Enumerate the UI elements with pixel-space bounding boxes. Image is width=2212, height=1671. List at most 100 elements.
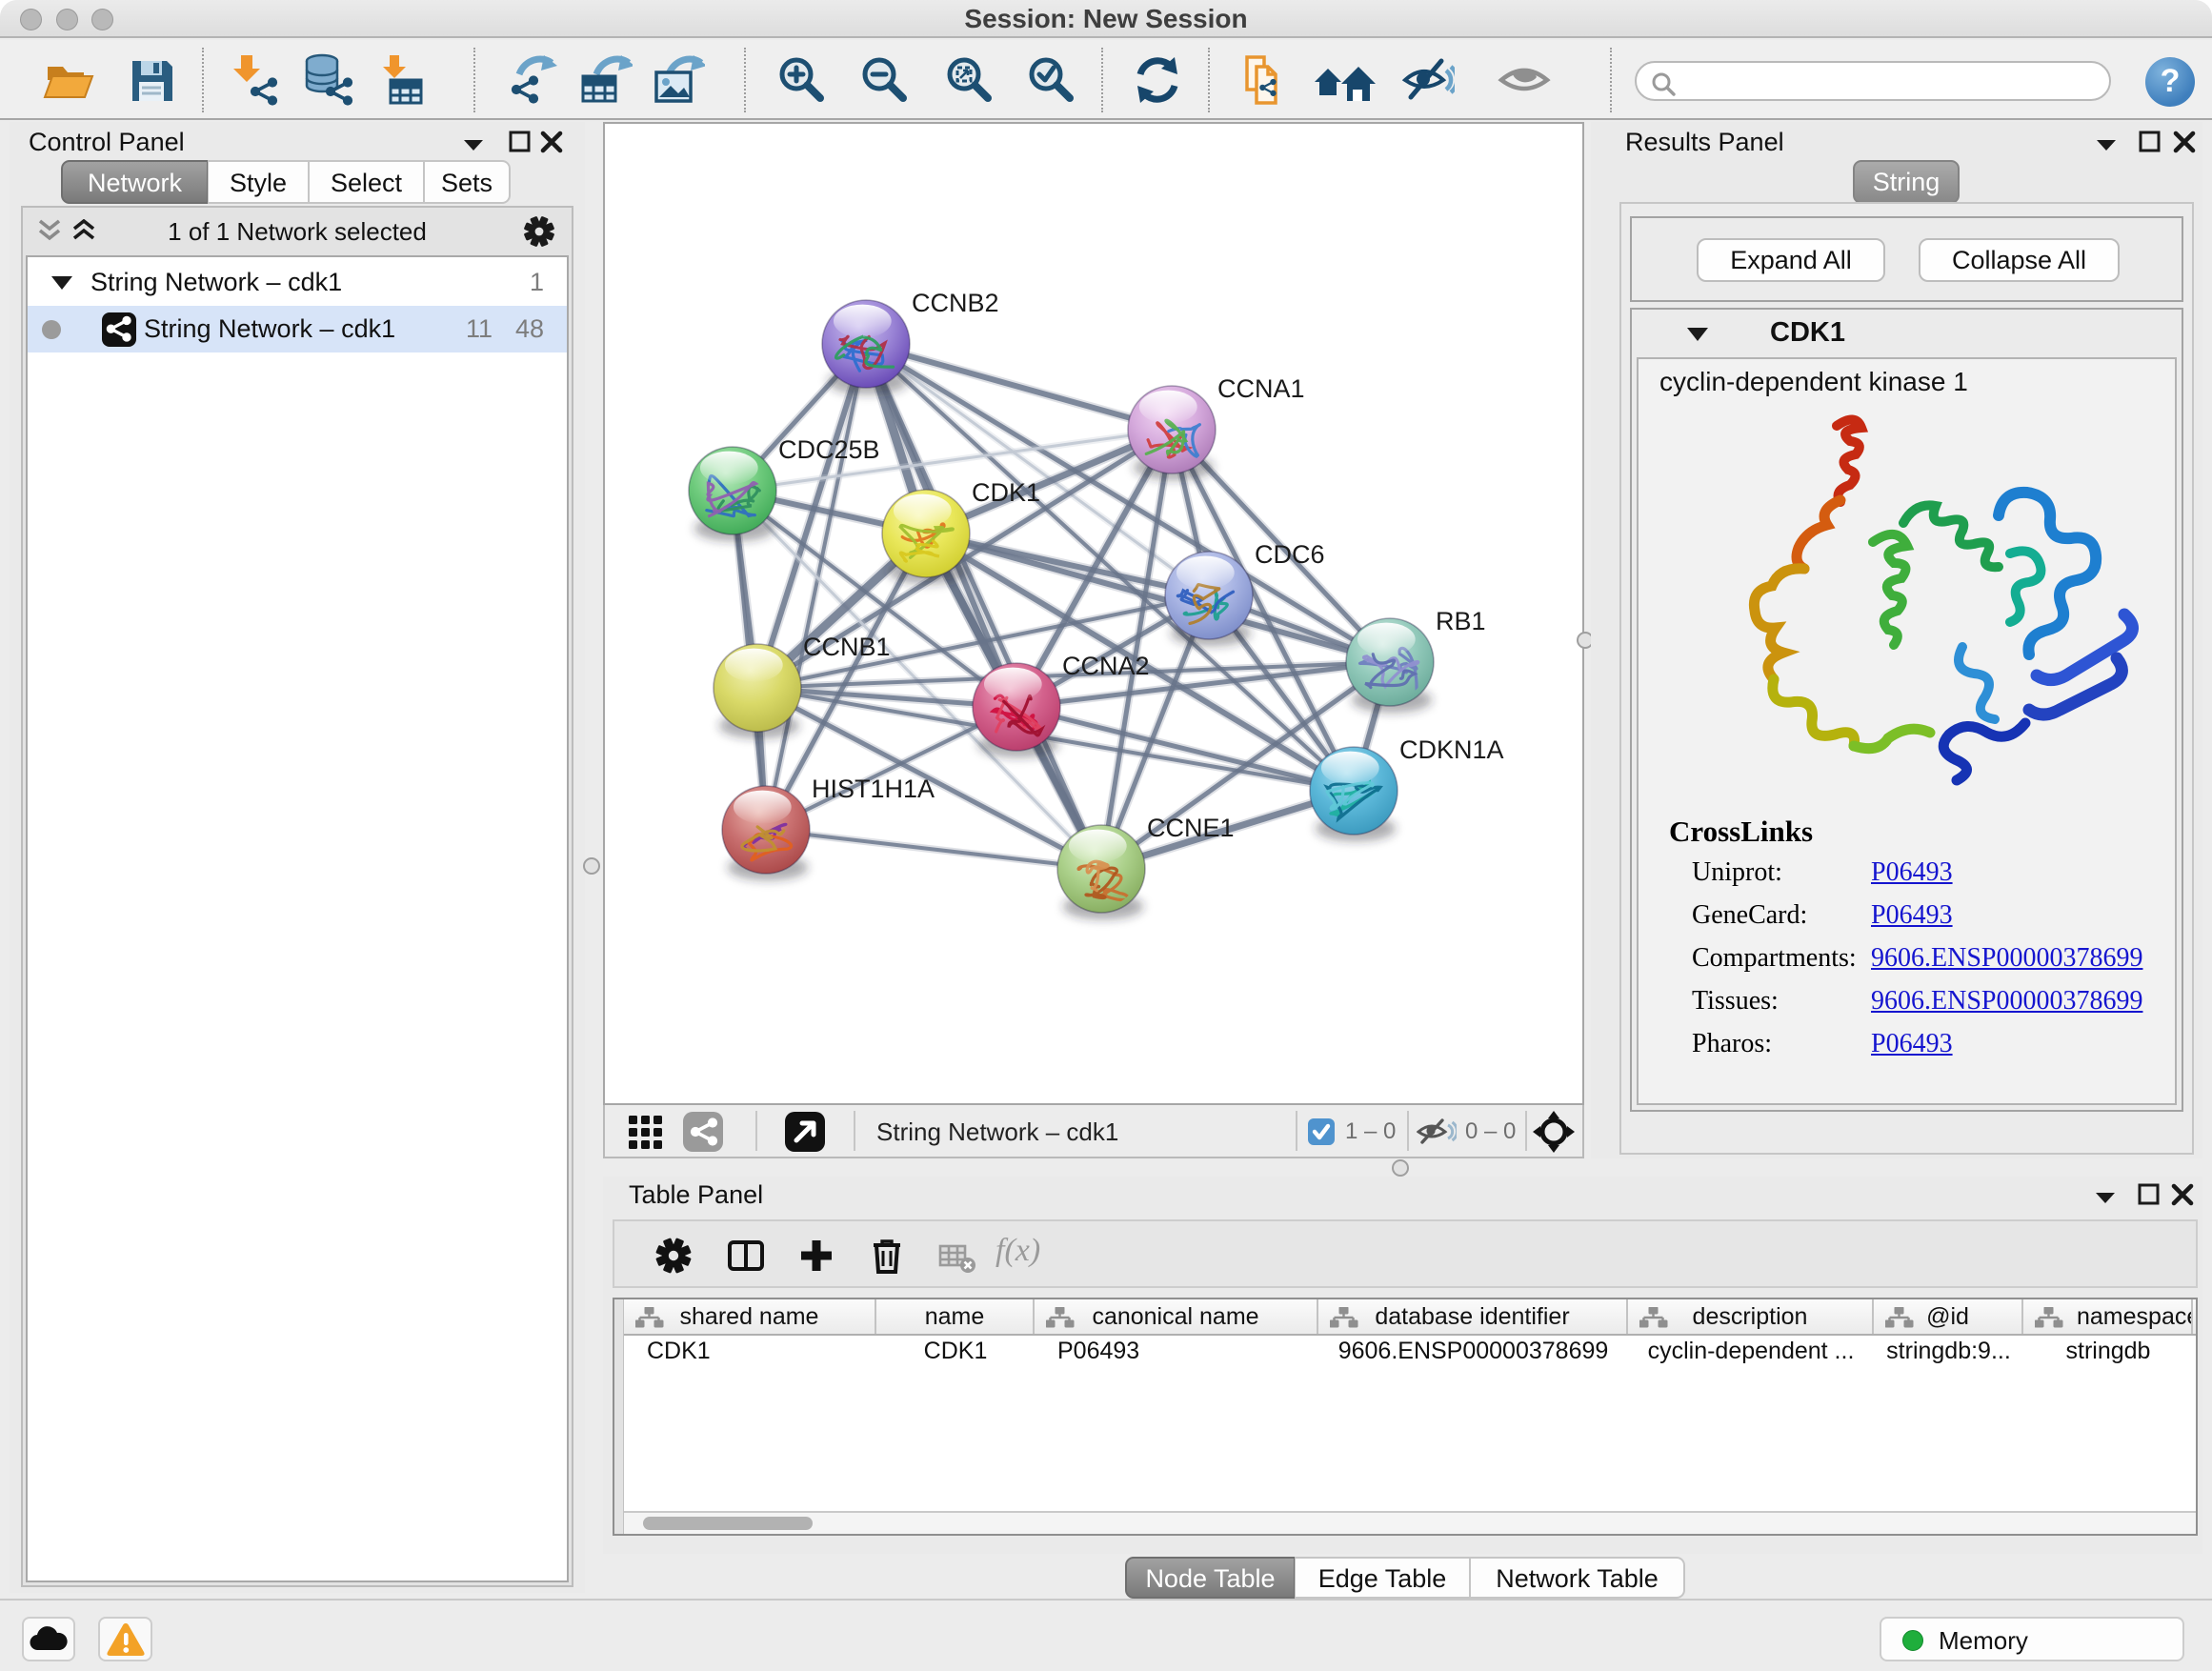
table-cell[interactable]: CDK1 xyxy=(624,1338,876,1378)
column-header--id[interactable]: @id xyxy=(1874,1299,2023,1334)
tab-sets[interactable]: Sets xyxy=(424,160,511,204)
toolbar-separator xyxy=(744,48,746,112)
column-header-canonical-name[interactable]: canonical name xyxy=(1035,1299,1318,1334)
node-label: CDK1 xyxy=(972,478,1040,507)
search-box[interactable] xyxy=(1635,61,2111,101)
birdseye-crosshair-icon[interactable] xyxy=(1533,1111,1575,1153)
memory-button[interactable]: Memory xyxy=(1880,1617,2184,1661)
table-cell[interactable]: cyclin-dependent ... xyxy=(1628,1338,1874,1378)
collection-expander-icon[interactable] xyxy=(49,273,75,292)
table-horizontal-scrollbar[interactable] xyxy=(624,1511,2196,1534)
network-node-count: 11 xyxy=(435,314,493,344)
node-section-header[interactable]: CDK1 xyxy=(1632,310,2182,357)
import-network-from-file-button[interactable] xyxy=(228,53,281,107)
save-session-button[interactable] xyxy=(125,53,178,107)
collapse-all-button[interactable]: Collapse All xyxy=(1919,238,2120,282)
function-builder-icon[interactable]: f(x) xyxy=(995,1233,1040,1269)
tab-style[interactable]: Style xyxy=(208,160,309,204)
show-all-button[interactable] xyxy=(1498,53,1551,107)
table-options-gear-icon[interactable] xyxy=(654,1237,693,1275)
table-cell[interactable]: stringdb xyxy=(2023,1338,2193,1378)
birdseye-share-icon[interactable] xyxy=(683,1112,723,1152)
hide-selected-button[interactable] xyxy=(1401,53,1455,107)
open-in-window-icon[interactable] xyxy=(785,1112,825,1152)
column-header-description[interactable]: description xyxy=(1628,1299,1874,1334)
maximize-panel-icon[interactable] xyxy=(2137,1182,2162,1207)
string-home-button[interactable] xyxy=(1313,53,1376,107)
search-input[interactable] xyxy=(1684,65,2103,97)
float-panel-icon[interactable] xyxy=(461,135,486,154)
export-table-button[interactable] xyxy=(579,53,633,107)
network-node[interactable]: CCNE1 xyxy=(1057,814,1235,919)
tab-select[interactable]: Select xyxy=(309,160,424,204)
network-collection-row[interactable]: String Network – cdk1 1 xyxy=(28,259,567,306)
hidden-node-edge-count: 0 – 0 xyxy=(1465,1118,1516,1145)
expand-all-button[interactable]: Expand All xyxy=(1697,238,1885,282)
column-header-shared-name[interactable]: shared name xyxy=(624,1299,876,1334)
zoom-selected-button[interactable] xyxy=(1025,53,1078,107)
tab-edge-table[interactable]: Edge Table xyxy=(1295,1557,1470,1599)
cloud-status-button[interactable] xyxy=(22,1617,75,1661)
crosslink-link[interactable]: P06493 xyxy=(1871,900,1953,931)
maximize-panel-icon[interactable] xyxy=(2138,130,2162,154)
warnings-button[interactable] xyxy=(98,1617,152,1661)
crosslink-row: GeneCard:P06493 xyxy=(1669,892,1813,935)
zoom-out-button[interactable] xyxy=(858,53,912,107)
import-table-from-file-button[interactable] xyxy=(374,53,428,107)
toolbar-separator xyxy=(1525,1111,1527,1151)
delete-table-icon[interactable] xyxy=(938,1237,976,1275)
table-cell[interactable]: P06493 xyxy=(1035,1338,1318,1378)
delete-column-icon[interactable] xyxy=(868,1237,906,1275)
network-edge[interactable] xyxy=(766,830,1101,869)
network-node[interactable]: CCNA1 xyxy=(1128,374,1305,480)
import-network-from-database-button[interactable] xyxy=(301,53,354,107)
zoom-fit-button[interactable] xyxy=(943,53,996,107)
network-node[interactable]: HIST1H1A xyxy=(722,775,935,880)
network-edge[interactable] xyxy=(766,344,866,830)
left-splitter-handle[interactable] xyxy=(583,857,600,875)
node-label: CDC6 xyxy=(1255,540,1325,569)
column-header-namespace[interactable]: namespace xyxy=(2023,1299,2193,1334)
network-node[interactable]: CDKN1A xyxy=(1310,735,1504,841)
copy-button[interactable] xyxy=(1236,53,1289,107)
help-button[interactable]: ? xyxy=(2145,57,2195,107)
table-cell[interactable]: CDK1 xyxy=(876,1338,1035,1378)
close-panel-icon[interactable] xyxy=(539,130,564,154)
column-header-database-identifier[interactable]: database identifier xyxy=(1318,1299,1628,1334)
section-expander-icon[interactable] xyxy=(1684,325,1711,344)
export-network-button[interactable] xyxy=(504,53,557,107)
crosslink-link[interactable]: P06493 xyxy=(1871,857,1953,888)
open-session-button[interactable] xyxy=(42,53,95,107)
tab-network-table[interactable]: Network Table xyxy=(1470,1557,1685,1599)
selected-checkbox-icon[interactable] xyxy=(1307,1117,1336,1146)
tab-network[interactable]: Network xyxy=(61,160,208,204)
zoom-in-button[interactable] xyxy=(775,53,829,107)
crosslink-link[interactable]: P06493 xyxy=(1871,1029,1953,1059)
network-node[interactable]: RB1 xyxy=(1346,607,1486,713)
network-options-gear-icon[interactable] xyxy=(523,215,555,248)
crosslink-label: Tissues: xyxy=(1692,986,1779,1017)
tab-node-table[interactable]: Node Table xyxy=(1125,1557,1295,1599)
scrollbar-thumb[interactable] xyxy=(643,1517,813,1530)
add-column-icon[interactable] xyxy=(797,1237,835,1275)
column-header-name[interactable]: name xyxy=(876,1299,1035,1334)
refresh-button[interactable] xyxy=(1131,53,1184,107)
tab-string[interactable]: String xyxy=(1853,160,1960,204)
crosslink-link[interactable]: 9606.ENSP00000378699 xyxy=(1871,986,2142,1017)
window-title: Session: New Session xyxy=(0,4,2212,34)
float-panel-icon[interactable] xyxy=(2093,1188,2118,1207)
horizontal-splitter-handle[interactable] xyxy=(1392,1159,1409,1177)
table-cell[interactable]: stringdb:9... xyxy=(1874,1338,2023,1378)
close-panel-icon[interactable] xyxy=(2172,130,2197,154)
close-panel-icon[interactable] xyxy=(2170,1182,2195,1207)
hidden-eye-icon[interactable] xyxy=(1417,1117,1457,1146)
float-panel-icon[interactable] xyxy=(2094,135,2119,154)
table-cell[interactable]: 9606.ENSP00000378699 xyxy=(1318,1338,1628,1378)
show-columns-icon[interactable] xyxy=(727,1237,765,1275)
grid-view-icon[interactable] xyxy=(628,1115,664,1151)
network-canvas[interactable]: CCNB2CCNA1CDC25BCDK1CDC6RB1CCNB1CCNA2CDK… xyxy=(603,122,1584,1105)
export-image-button[interactable] xyxy=(652,53,705,107)
crosslink-link[interactable]: 9606.ENSP00000378699 xyxy=(1871,943,2142,974)
network-row-selected[interactable]: String Network – cdk1 11 48 xyxy=(28,306,567,352)
maximize-panel-icon[interactable] xyxy=(508,130,533,154)
